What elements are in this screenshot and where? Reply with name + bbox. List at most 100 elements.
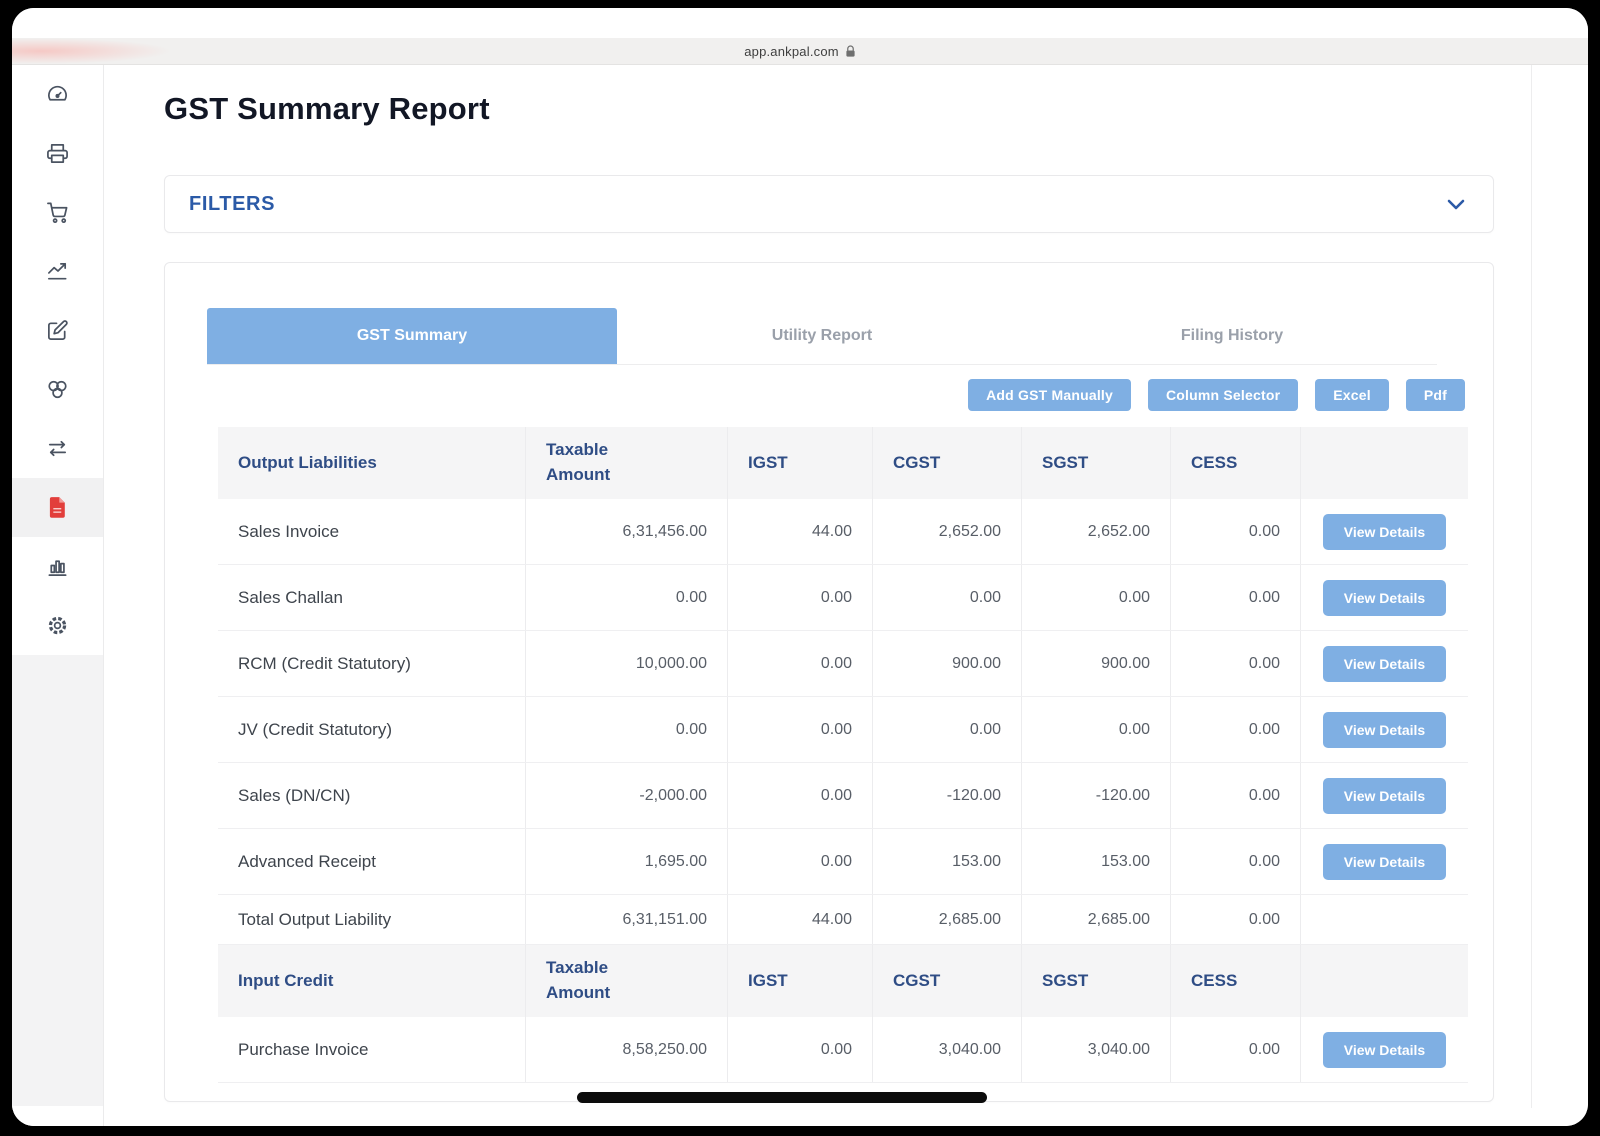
taxable-amount-cell: 6,31,151.00 (525, 895, 727, 944)
sgst-cell: 2,652.00 (1021, 499, 1170, 564)
table-section-header: Input Credit Taxable Amount IGST CGST SG… (218, 945, 1468, 1017)
browser-url-bar[interactable]: app.ankpal.com (12, 38, 1588, 65)
column-header: CESS (1191, 969, 1237, 994)
sidebar-item-statistics[interactable] (12, 537, 103, 596)
report-toolbar: Add GST Manually Column Selector Excel P… (165, 379, 1465, 411)
column-header: SGST (1042, 451, 1088, 476)
bar-chart-icon (46, 555, 69, 578)
table-row: Purchase Invoice 8,58,250.00 0.00 3,040.… (218, 1017, 1468, 1083)
sidebar-item-accounts[interactable] (12, 360, 103, 419)
scrollbar-track[interactable] (1531, 65, 1532, 1108)
column-header: CESS (1191, 451, 1237, 476)
row-label: Total Output Liability (218, 895, 525, 944)
view-details-button[interactable]: View Details (1323, 844, 1446, 880)
cess-cell: 0.00 (1170, 697, 1300, 762)
taxable-amount-cell: 0.00 (525, 565, 727, 630)
section-title: Output Liabilities (218, 427, 525, 499)
cgst-cell: 2,652.00 (872, 499, 1021, 564)
sgst-cell: -120.00 (1021, 763, 1170, 828)
cess-cell: 0.00 (1170, 829, 1300, 894)
tab-filing-history[interactable]: Filing History (1027, 308, 1437, 364)
table-row: Sales Invoice 6,31,456.00 44.00 2,652.00… (218, 499, 1468, 565)
empty-action-cell (1300, 895, 1468, 944)
sgst-cell: 0.00 (1021, 565, 1170, 630)
gauge-icon (46, 83, 69, 106)
taxable-amount-cell: 0.00 (525, 697, 727, 762)
browser-window: app.ankpal.com (12, 8, 1588, 1126)
view-details-button[interactable]: View Details (1323, 712, 1446, 748)
row-label: JV (Credit Statutory) (218, 697, 525, 762)
sidebar-footer-fill (12, 655, 103, 1106)
trend-icon (46, 260, 69, 283)
view-details-button[interactable]: View Details (1323, 580, 1446, 616)
cgst-cell: 0.00 (872, 565, 1021, 630)
column-header: IGST (748, 969, 788, 994)
chevron-down-icon[interactable] (1447, 199, 1465, 210)
sidebar-item-print[interactable] (12, 124, 103, 183)
row-label: Sales Challan (218, 565, 525, 630)
row-label: Sales Invoice (218, 499, 525, 564)
igst-cell: 0.00 (727, 565, 872, 630)
home-indicator-bar[interactable] (577, 1092, 987, 1103)
igst-cell: 0.00 (727, 631, 872, 696)
sidebar-item-settings[interactable] (12, 596, 103, 655)
table-section-header: Output Liabilities Taxable Amount IGST C… (218, 427, 1468, 499)
tab-gst-summary[interactable]: GST Summary (207, 308, 617, 364)
igst-cell: 0.00 (727, 1017, 872, 1082)
excel-export-button[interactable]: Excel (1315, 379, 1389, 411)
table-row: RCM (Credit Statutory) 10,000.00 0.00 90… (218, 631, 1468, 697)
sidebar-item-entries[interactable] (12, 301, 103, 360)
add-gst-manually-button[interactable]: Add GST Manually (968, 379, 1131, 411)
cgst-cell: 900.00 (872, 631, 1021, 696)
sidebar-item-transactions[interactable] (12, 419, 103, 478)
coins-icon (46, 378, 69, 401)
table-row: Advanced Receipt 1,695.00 0.00 153.00 15… (218, 829, 1468, 895)
view-details-button[interactable]: View Details (1323, 778, 1446, 814)
section-title: Input Credit (218, 945, 525, 1017)
view-details-button[interactable]: View Details (1323, 1032, 1446, 1068)
cess-cell: 0.00 (1170, 895, 1300, 944)
url-text: app.ankpal.com (744, 44, 839, 59)
igst-cell: 44.00 (727, 895, 872, 944)
igst-cell: 44.00 (727, 499, 872, 564)
column-selector-button[interactable]: Column Selector (1148, 379, 1298, 411)
tab-utility-report[interactable]: Utility Report (617, 308, 1027, 364)
window-titlebar (12, 8, 1588, 38)
report-icon (45, 495, 70, 520)
row-label: RCM (Credit Statutory) (218, 631, 525, 696)
column-header: CGST (893, 451, 940, 476)
table-row: JV (Credit Statutory) 0.00 0.00 0.00 0.0… (218, 697, 1468, 763)
table-total-row: Total Output Liability 6,31,151.00 44.00… (218, 895, 1468, 945)
taxable-amount-cell: 6,31,456.00 (525, 499, 727, 564)
row-label: Advanced Receipt (218, 829, 525, 894)
cgst-cell: 153.00 (872, 829, 1021, 894)
sidebar-item-dashboard[interactable] (12, 65, 103, 124)
cess-cell: 0.00 (1170, 565, 1300, 630)
sgst-cell: 900.00 (1021, 631, 1170, 696)
traffic-light-glow (12, 38, 172, 64)
app-layout: GST Summary Report FILTERS GST Summary U… (12, 65, 1588, 1126)
cess-cell: 0.00 (1170, 499, 1300, 564)
page-title: GST Summary Report (164, 91, 1588, 127)
main-content: GST Summary Report FILTERS GST Summary U… (104, 65, 1588, 1126)
cess-cell: 0.00 (1170, 763, 1300, 828)
row-label: Sales (DN/CN) (218, 763, 525, 828)
table-row: Sales Challan 0.00 0.00 0.00 0.00 0.00 V… (218, 565, 1468, 631)
cgst-cell: -120.00 (872, 763, 1021, 828)
sidebar-item-reports[interactable] (12, 478, 103, 537)
sidebar-item-sales[interactable] (12, 183, 103, 242)
sidebar-item-analytics[interactable] (12, 242, 103, 301)
sgst-cell: 2,685.00 (1021, 895, 1170, 944)
view-details-button[interactable]: View Details (1323, 514, 1446, 550)
view-details-button[interactable]: View Details (1323, 646, 1446, 682)
taxable-amount-cell: 8,58,250.00 (525, 1017, 727, 1082)
taxable-amount-cell: 10,000.00 (525, 631, 727, 696)
cgst-cell: 0.00 (872, 697, 1021, 762)
cgst-cell: 2,685.00 (872, 895, 1021, 944)
filters-label: FILTERS (189, 193, 275, 216)
lock-icon (845, 45, 856, 58)
row-label: Purchase Invoice (218, 1017, 525, 1082)
pdf-export-button[interactable]: Pdf (1406, 379, 1465, 411)
sidebar-nav (12, 65, 104, 1126)
filters-panel[interactable]: FILTERS (164, 175, 1494, 233)
